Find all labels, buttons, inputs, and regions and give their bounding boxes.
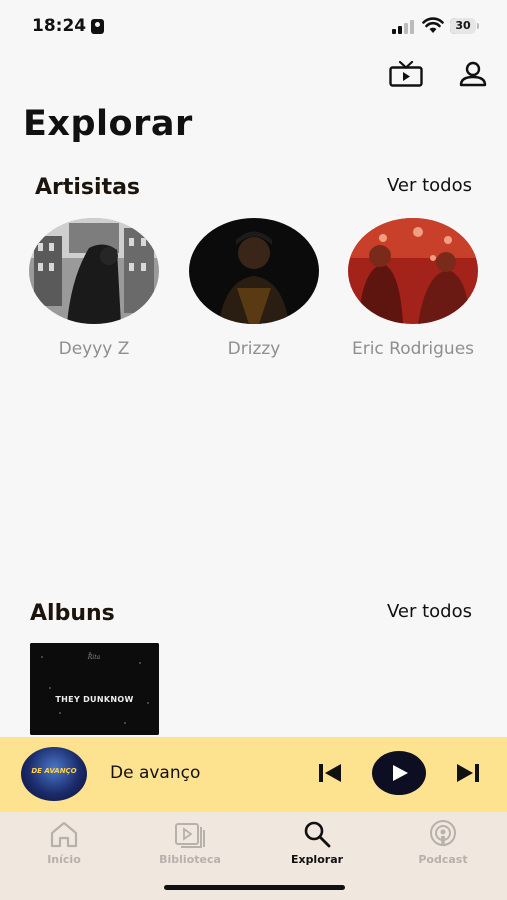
play-button[interactable]	[372, 751, 426, 795]
artist-card[interactable]: Eric Rodrigues	[347, 218, 479, 361]
now-playing-artwork: DE AVANÇO	[21, 747, 87, 801]
status-time: 18:24	[32, 16, 87, 36]
artists-see-all-link[interactable]: Ver todos	[387, 175, 472, 196]
artist-name: Eric Rodrigues	[351, 339, 475, 359]
tab-biblioteca[interactable]: Biblioteca	[145, 818, 235, 866]
skip-next-icon[interactable]	[456, 763, 480, 783]
tv-icon[interactable]	[389, 61, 423, 87]
home-indicator	[164, 885, 345, 890]
album-cover-text: THEY DUNKNOW	[55, 695, 134, 704]
play-icon	[393, 765, 408, 781]
artist-photo	[189, 218, 319, 324]
cellular-signal-icon	[392, 20, 416, 34]
battery-icon: 30	[450, 18, 476, 34]
search-icon	[304, 821, 331, 848]
mini-player[interactable]: DE AVANÇO De avanço	[0, 737, 507, 812]
battery-percent: 30	[455, 19, 471, 32]
library-icon	[175, 823, 205, 848]
contact-card-icon	[91, 19, 104, 34]
home-icon	[50, 821, 78, 848]
battery-nub	[477, 23, 479, 29]
artist-name: Drizzy	[227, 339, 281, 359]
tab-label: Podcast	[418, 853, 468, 866]
tab-inicio[interactable]: Início	[19, 818, 109, 866]
artist-card[interactable]: Drizzy	[188, 218, 320, 361]
tab-explorar[interactable]: Explorar	[272, 818, 362, 866]
tab-label: Início	[47, 853, 81, 866]
album-card[interactable]: Rita THEY DUNKNOW	[30, 643, 159, 735]
tab-label: Explorar	[290, 853, 344, 866]
artwork-text: DE AVANÇO	[31, 767, 77, 775]
albums-see-all-link[interactable]: Ver todos	[387, 601, 472, 622]
album-cover-art: Rita	[30, 643, 159, 735]
artists-section-title: Artisitas	[35, 175, 141, 200]
svg-text:Rita: Rita	[87, 654, 101, 661]
page-title: Explorar	[23, 104, 193, 144]
tab-bar: Início Biblioteca Explorar Podcast	[0, 812, 507, 900]
tab-podcast[interactable]: Podcast	[398, 818, 488, 866]
now-playing-title: De avanço	[110, 763, 201, 783]
wifi-icon	[422, 17, 444, 33]
artist-photo	[29, 218, 159, 324]
albums-section-title: Albuns	[30, 601, 115, 626]
skip-previous-icon[interactable]	[318, 763, 342, 783]
profile-icon[interactable]	[459, 61, 487, 87]
podcast-icon	[430, 820, 456, 846]
artist-card[interactable]: Deyyy Z	[28, 218, 160, 361]
artist-photo	[348, 218, 478, 324]
artist-name: Deyyy Z	[58, 339, 130, 359]
tab-label: Biblioteca	[159, 853, 221, 866]
